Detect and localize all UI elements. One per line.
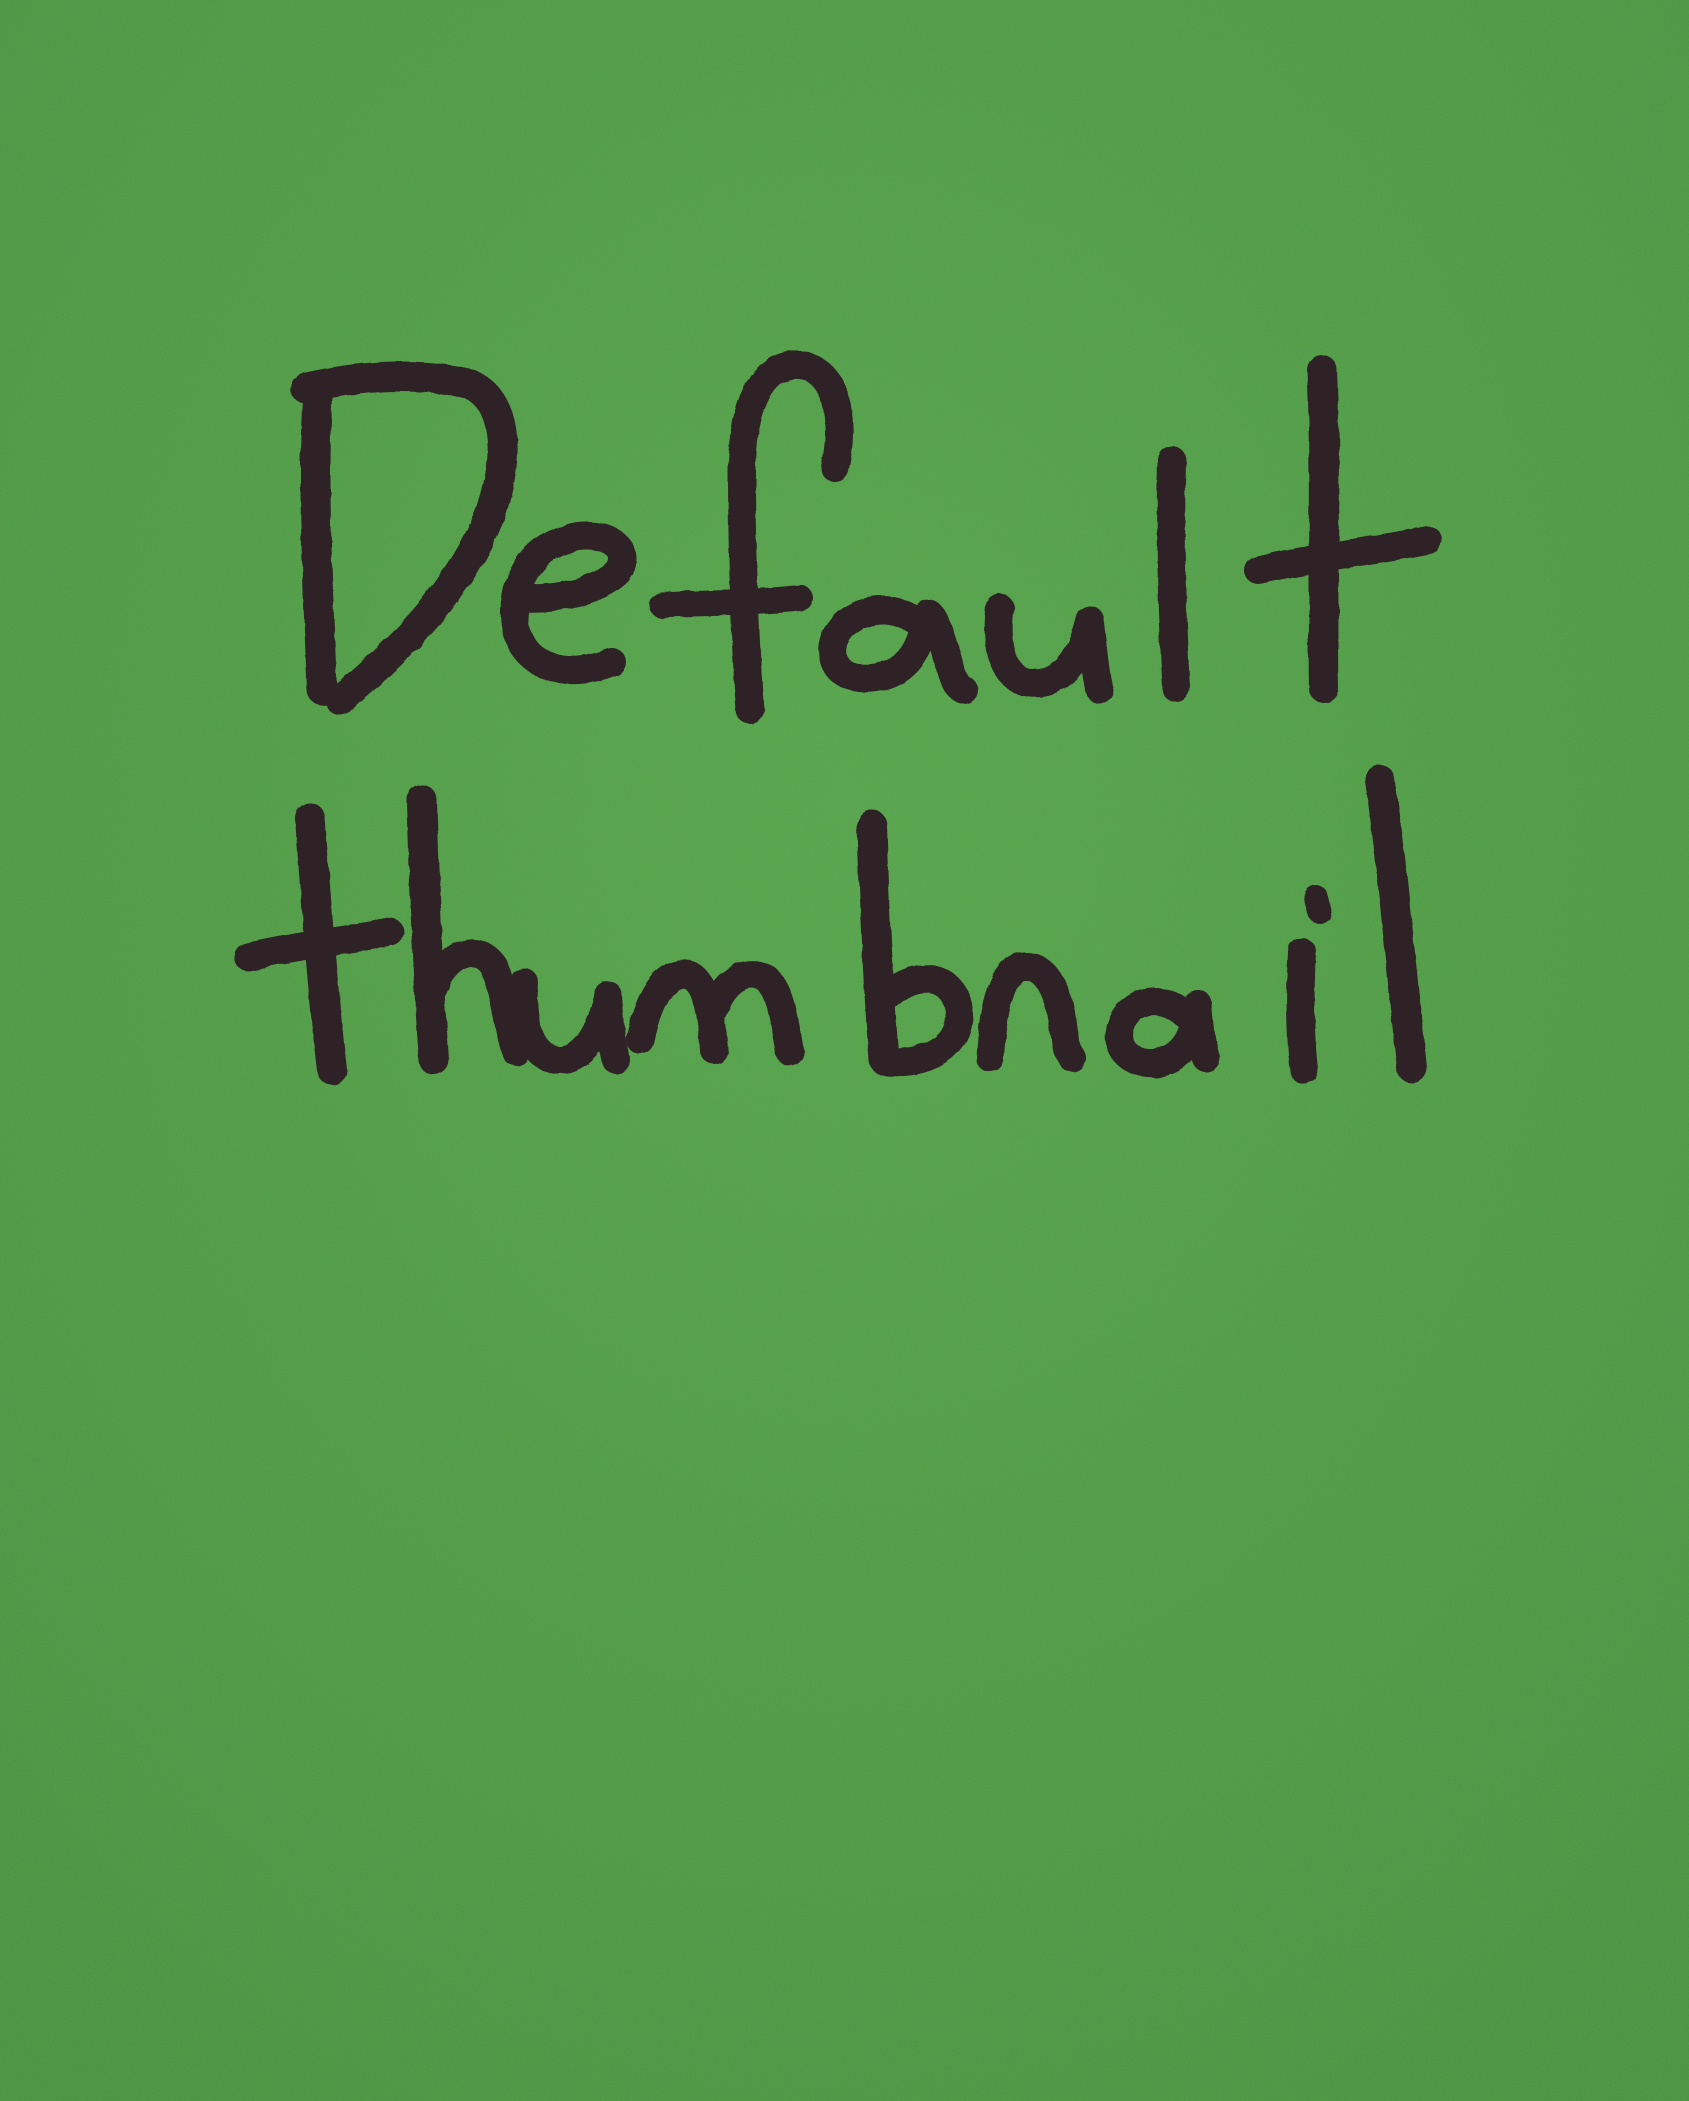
paper-grain: [0, 0, 1689, 2101]
paper-texture-and-handwriting: [0, 0, 1689, 2101]
green-paper-photo: [0, 0, 1689, 2101]
